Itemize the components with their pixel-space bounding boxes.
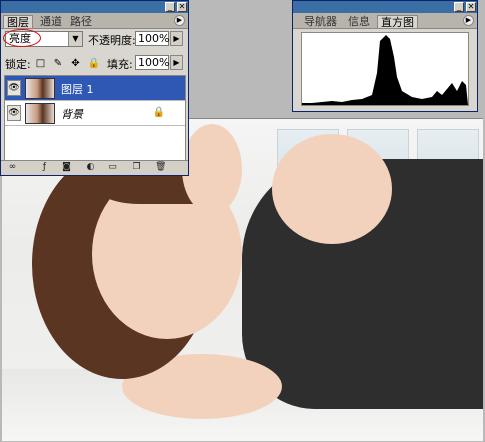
tab-channels[interactable]: 通道 [37, 15, 65, 28]
histogram-tab-bar: 导航器 信息 直方图 ▶ [293, 13, 477, 29]
layer-name: 背景 [61, 108, 83, 121]
tab-histogram[interactable]: 直方图 [377, 15, 418, 29]
tab-info[interactable]: 信息 [345, 15, 373, 28]
lock-all-icon[interactable]: 🔒 [88, 58, 100, 69]
histogram-graph [301, 32, 469, 106]
trash-icon[interactable]: 🗑 [155, 162, 166, 173]
chevron-down-icon[interactable]: ▼ [68, 32, 82, 46]
minimize-icon[interactable]: _ [454, 2, 464, 12]
minimize-icon[interactable]: _ [165, 2, 175, 12]
tab-layers[interactable]: 图层 [3, 15, 33, 29]
layers-panel: _ ✕ 图层 通道 路径 ▶ 亮度 ▼ 不透明度: 100% ▶ 锁定: □ ✎… [0, 0, 189, 176]
lock-position-icon[interactable]: ✥ [70, 58, 81, 69]
layer-list: 👁 图层 1 👁 背景 🔒 [4, 75, 186, 161]
layer-row[interactable]: 👁 背景 🔒 [5, 101, 185, 126]
fill-slider-button[interactable]: ▶ [170, 55, 183, 70]
eye-icon[interactable]: 👁 [7, 105, 21, 121]
new-group-icon[interactable]: ▭ [107, 162, 118, 173]
layer-thumbnail [25, 78, 55, 99]
fill-label: 填充: [107, 58, 133, 71]
lock-transparent-icon[interactable]: □ [35, 58, 46, 69]
layer-mask-icon[interactable]: ◙ [61, 162, 72, 173]
layer-thumbnail [25, 103, 55, 124]
histogram-bars [302, 35, 468, 105]
highlight-annotation [3, 29, 41, 47]
panel-menu-icon[interactable]: ▶ [463, 15, 474, 26]
close-icon[interactable]: ✕ [466, 2, 476, 12]
layers-bottom-toolbar: ∞ ƒ ◙ ◐ ▭ ❐ 🗑 [1, 160, 188, 175]
tab-paths[interactable]: 路径 [67, 15, 95, 28]
layers-tab-bar: 图层 通道 路径 ▶ [1, 13, 188, 29]
fill-field[interactable]: 100% [135, 55, 169, 70]
histogram-title-bar[interactable]: _ ✕ [293, 1, 477, 13]
adjustment-layer-icon[interactable]: ◐ [85, 162, 96, 173]
new-layer-icon[interactable]: ❐ [131, 162, 142, 173]
layer-row[interactable]: 👁 图层 1 [5, 76, 185, 101]
layer-style-icon[interactable]: ƒ [39, 162, 50, 173]
tab-navigator[interactable]: 导航器 [301, 15, 340, 28]
histogram-panel: _ ✕ 导航器 信息 直方图 ▶ [292, 0, 478, 112]
opacity-slider-button[interactable]: ▶ [170, 31, 183, 46]
layers-title-bar[interactable]: _ ✕ [1, 1, 188, 13]
eye-icon[interactable]: 👁 [7, 80, 21, 96]
lock-image-icon[interactable]: ✎ [53, 58, 64, 69]
link-icon[interactable]: ∞ [7, 162, 18, 173]
histogram-plot [302, 35, 468, 105]
layer-name: 图层 1 [61, 83, 94, 96]
panel-menu-icon[interactable]: ▶ [174, 15, 185, 26]
lock-icon: 🔒 [152, 107, 165, 118]
lock-label: 锁定: [5, 58, 31, 71]
opacity-label: 不透明度: [88, 34, 136, 47]
opacity-field[interactable]: 100% [135, 31, 169, 46]
close-icon[interactable]: ✕ [177, 2, 187, 12]
